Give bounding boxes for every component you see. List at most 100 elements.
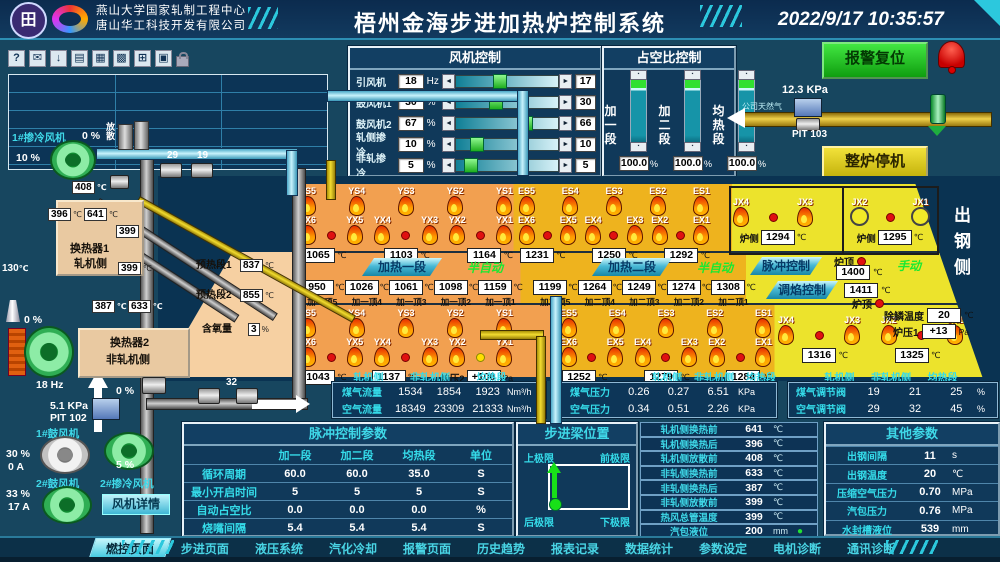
table-row: 空气流量 18349 23309 21333 Nm³/h <box>333 400 545 417</box>
fan-slider[interactable]: ◄ ► <box>442 158 572 172</box>
burner-flame-icon <box>658 318 674 338</box>
valve-icon[interactable] <box>110 175 129 189</box>
nav-tab[interactable]: 参数设定 <box>686 539 760 558</box>
download-icon[interactable]: ↓ <box>50 50 67 67</box>
fan-slider[interactable]: ◄ ► <box>442 137 572 151</box>
slider-track[interactable] <box>455 117 559 130</box>
slider-left-arrow[interactable]: ◄ <box>442 116 455 131</box>
nav-tab[interactable]: 液压系统 <box>242 539 316 558</box>
table-row: 最小开启时间 5 5 5 S <box>184 482 512 500</box>
toolbar: ? ✉ ↓ ▤ ▦ ▩ ⊞ ▣ <box>8 50 189 67</box>
burner-flame-icon <box>347 347 363 367</box>
grid-icon[interactable]: ▩ <box>113 50 130 67</box>
slider-handle[interactable] <box>464 158 478 173</box>
fan-setpoint-box[interactable]: 17 <box>575 74 596 89</box>
flow-table: 煤气流量 1534 1854 1923 Nm³/h 空气流量 18349 233… <box>332 382 546 418</box>
slider-left-arrow[interactable]: ◄ <box>442 158 455 173</box>
flame-adjust-button[interactable]: 调焰控制 <box>766 281 838 299</box>
burner-label: ES1 <box>693 186 710 196</box>
gas-valve-icon[interactable] <box>928 126 946 136</box>
burner-flame-icon <box>401 353 410 362</box>
valve-icon[interactable] <box>142 377 166 394</box>
slider-right-arrow[interactable]: ► <box>559 116 572 131</box>
window-icon[interactable]: ⊞ <box>134 50 151 67</box>
help-icon[interactable]: ? <box>8 50 25 67</box>
burner-flame-icon <box>560 225 576 245</box>
burner-label: YS1 <box>496 186 513 196</box>
datetime: 2022/9/17 10:35:57 <box>778 9 944 31</box>
pressure-transmitter-icon[interactable] <box>794 98 822 117</box>
fan-slider[interactable]: ◄ ► <box>442 74 572 88</box>
burner-flame-icon <box>707 318 723 338</box>
burner-label: ES5 <box>560 308 577 318</box>
nav-tab[interactable]: 步进页面 <box>168 539 242 558</box>
heat2-zone-button[interactable]: 加热二段 <box>592 258 672 276</box>
coolfan1-label: 1#掺冷风机 <box>12 130 66 145</box>
fan-value-box[interactable]: 5 <box>398 158 424 173</box>
duty-unit: % <box>650 159 658 169</box>
slider-right-arrow[interactable]: ► <box>559 74 572 89</box>
valve-icon[interactable] <box>236 388 258 404</box>
duty-value-box[interactable]: 100.0 <box>727 156 757 171</box>
burner-label: YS2 <box>447 186 464 196</box>
heat1-zone-button[interactable]: 加热一段 <box>362 258 442 276</box>
gas-instrument-icon[interactable] <box>930 94 946 124</box>
roof-temp-box: 1249 <box>622 280 656 295</box>
report-icon[interactable]: ▣ <box>155 50 172 67</box>
vent-motor-icon[interactable] <box>118 124 133 150</box>
chart-icon[interactable]: ▦ <box>92 50 109 67</box>
slider-left-arrow[interactable]: ◄ <box>442 74 455 89</box>
fan-setpoint-box[interactable]: 30 <box>575 95 596 110</box>
folder-icon[interactable]: ▤ <box>71 50 88 67</box>
burner-flame-icon <box>496 225 512 245</box>
fan-setpoint-box[interactable]: 10 <box>575 137 596 152</box>
burner-label: EX6 <box>560 337 577 347</box>
mail-icon[interactable]: ✉ <box>29 50 46 67</box>
burner-flame-icon <box>609 318 625 338</box>
vent-motor-icon[interactable] <box>134 121 149 150</box>
nonmill-side-label: 非轧机侧 <box>106 351 150 367</box>
nav-tab[interactable]: 历史趋势 <box>464 539 538 558</box>
valve-icon[interactable] <box>191 163 213 178</box>
duty-value-box[interactable]: 100.0 <box>673 156 703 171</box>
duty-value-box[interactable]: 100.0 <box>619 156 649 171</box>
slider-right-arrow[interactable]: ► <box>559 95 572 110</box>
lock-icon[interactable] <box>176 56 189 67</box>
duty-slider[interactable] <box>684 78 701 144</box>
idfan-icon[interactable] <box>24 326 74 378</box>
fan-value-box[interactable]: 10 <box>398 137 424 152</box>
alarm-reset-button[interactable]: 报警复位 <box>822 42 928 79</box>
coolfan1-icon[interactable] <box>50 140 96 180</box>
slider-handle[interactable] <box>493 74 507 89</box>
duty-slider[interactable] <box>630 78 647 144</box>
slider-handle[interactable] <box>470 137 484 152</box>
nav-tab[interactable]: 报警页面 <box>390 539 464 558</box>
temp-unit: ℃ <box>503 250 513 261</box>
nav-tab[interactable]: 电机诊断 <box>760 539 834 558</box>
fan-setpoint-box[interactable]: 66 <box>575 116 596 131</box>
burner-flame-icon <box>476 353 485 362</box>
valve-icon[interactable] <box>198 388 220 404</box>
blower1-current: 0 A <box>8 461 24 473</box>
nav-tab[interactable]: 数据统计 <box>612 539 686 558</box>
nav-tab[interactable]: 报表记录 <box>538 539 612 558</box>
slider-right-arrow[interactable]: ► <box>559 158 572 173</box>
slider-track[interactable] <box>455 138 559 151</box>
slider-left-arrow[interactable]: ◄ <box>442 137 455 152</box>
valve-icon[interactable] <box>160 163 182 178</box>
slider-track[interactable] <box>455 159 559 172</box>
slider-track[interactable] <box>455 75 559 88</box>
pulse-control-button[interactable]: 脉冲控制 <box>750 257 822 275</box>
blower1-icon[interactable] <box>40 436 90 474</box>
fan-setpoint-box[interactable]: 5 <box>575 158 596 173</box>
pit102-instrument-icon[interactable] <box>92 398 120 420</box>
alarm-bell-icon[interactable] <box>938 41 965 68</box>
fan-slider[interactable]: ◄ ► <box>442 116 572 130</box>
blower2-icon[interactable] <box>42 486 92 524</box>
slider-right-arrow[interactable]: ► <box>559 137 572 152</box>
fan-value-box[interactable]: 67 <box>398 116 424 131</box>
fan-value-box[interactable]: 18 <box>398 74 424 89</box>
burner-label: YX4 <box>374 215 391 225</box>
nav-tab[interactable]: 汽化冷却 <box>316 539 390 558</box>
fan-detail-button[interactable]: 风机详情 <box>102 494 170 515</box>
